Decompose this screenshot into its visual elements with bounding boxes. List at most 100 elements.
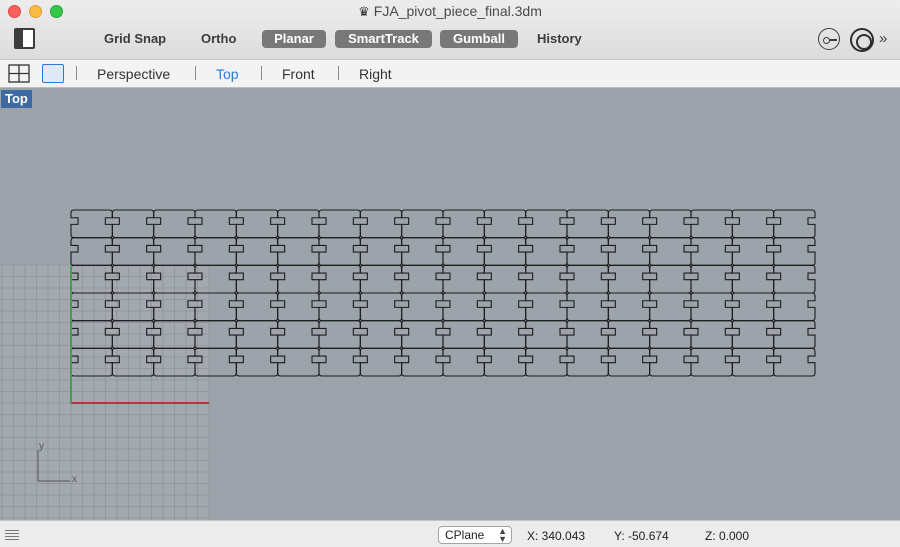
pivot-piece[interactable] (607, 292, 651, 322)
pivot-piece[interactable] (649, 264, 692, 294)
pivot-piece[interactable] (359, 237, 403, 266)
pivot-piece[interactable] (607, 237, 651, 266)
pivot-piece[interactable] (401, 264, 444, 294)
pivot-piece[interactable] (442, 209, 485, 239)
four-viewports-icon[interactable] (8, 64, 30, 83)
pivot-piece[interactable] (731, 237, 775, 266)
pivot-piece[interactable] (277, 264, 320, 294)
pivot-piece[interactable] (318, 264, 361, 294)
pivot-piece[interactable] (773, 237, 816, 266)
tab-top[interactable]: Top (216, 66, 239, 82)
pivot-piece[interactable] (566, 209, 609, 239)
pivot-piece[interactable] (607, 209, 651, 239)
pivot-piece[interactable] (442, 320, 485, 349)
pivot-piece[interactable] (690, 292, 733, 322)
pivot-piece[interactable] (773, 209, 816, 239)
pivot-piece[interactable] (235, 320, 279, 349)
smarttrack-button[interactable]: SmartTrack (335, 30, 432, 48)
pivot-piece[interactable] (483, 292, 527, 322)
pivot-piece[interactable] (649, 320, 692, 349)
history-button[interactable]: History (527, 30, 592, 48)
pivot-piece[interactable] (442, 237, 485, 266)
planar-button[interactable]: Planar (262, 30, 326, 48)
pivot-piece[interactable] (277, 209, 320, 239)
sidebar-toggle-button[interactable] (14, 28, 35, 49)
pivot-piece[interactable] (690, 320, 733, 349)
pivot-piece[interactable] (235, 347, 279, 377)
pivot-piece[interactable] (401, 347, 444, 377)
top-viewport[interactable]: x y Top (0, 88, 900, 520)
pivot-piece[interactable] (690, 264, 733, 294)
pivot-piece[interactable] (277, 237, 320, 266)
pivot-piece[interactable] (277, 347, 320, 377)
pivot-piece[interactable] (359, 264, 403, 294)
pivot-piece[interactable] (525, 292, 568, 322)
pivot-piece[interactable] (194, 209, 237, 239)
pivot-piece[interactable] (525, 209, 568, 239)
cplane-select[interactable]: CPlane ▲ ▼ (438, 526, 512, 544)
pivot-piece[interactable] (401, 320, 444, 349)
pivot-piece[interactable] (401, 237, 444, 266)
tab-perspective[interactable]: Perspective (97, 66, 170, 82)
pivot-piece[interactable] (525, 347, 568, 377)
pivot-piece[interactable] (70, 209, 113, 239)
pivot-piece[interactable] (401, 209, 444, 239)
pivot-piece[interactable] (731, 292, 775, 322)
pivot-piece[interactable] (442, 347, 485, 377)
pivot-piece[interactable] (235, 209, 279, 239)
pivot-piece[interactable] (153, 237, 196, 266)
pivot-piece[interactable] (111, 209, 155, 239)
pivot-piece[interactable] (359, 292, 403, 322)
pivot-piece[interactable] (731, 320, 775, 349)
pivot-piece[interactable] (318, 320, 361, 349)
pivot-piece[interactable] (318, 209, 361, 239)
pivot-piece[interactable] (483, 320, 527, 349)
pivot-piece[interactable] (773, 292, 816, 322)
pivot-piece[interactable] (566, 347, 609, 377)
pivot-piece[interactable] (483, 237, 527, 266)
pivot-piece[interactable] (318, 237, 361, 266)
ortho-button[interactable]: Ortho (191, 30, 246, 48)
pivot-piece[interactable] (690, 237, 733, 266)
gumball-button[interactable]: Gumball (440, 30, 518, 48)
pivot-piece[interactable] (525, 320, 568, 349)
pivot-piece[interactable] (483, 209, 527, 239)
pivot-piece[interactable] (235, 264, 279, 294)
pivot-piece[interactable] (773, 347, 816, 377)
pivot-piece[interactable] (649, 237, 692, 266)
pivot-piece[interactable] (649, 209, 692, 239)
pivot-piece[interactable] (731, 347, 775, 377)
pivot-piece[interactable] (359, 209, 403, 239)
pivot-piece[interactable] (153, 209, 196, 239)
tab-right[interactable]: Right (359, 66, 392, 82)
pivot-piece[interactable] (607, 320, 651, 349)
pivot-piece[interactable] (649, 347, 692, 377)
pivot-piece[interactable] (773, 320, 816, 349)
pivot-piece[interactable] (401, 292, 444, 322)
pivot-piece[interactable] (566, 292, 609, 322)
tab-front[interactable]: Front (282, 66, 315, 82)
viewport-title-label[interactable]: Top (1, 90, 32, 108)
single-viewport-icon[interactable] (42, 64, 64, 83)
pivot-piece[interactable] (525, 237, 568, 266)
pivot-piece[interactable] (690, 347, 733, 377)
pivot-piece[interactable] (649, 292, 692, 322)
pivot-piece[interactable] (70, 237, 113, 266)
more-chevron-icon[interactable]: » (879, 30, 887, 47)
pivot-piece[interactable] (318, 292, 361, 322)
viewport-canvas[interactable]: x y (0, 88, 900, 520)
pivot-piece[interactable] (359, 347, 403, 377)
pivot-piece[interactable] (359, 320, 403, 349)
pivot-piece[interactable] (277, 292, 320, 322)
osnap-icon[interactable] (818, 28, 840, 50)
pivot-piece[interactable] (607, 264, 651, 294)
pivot-piece[interactable] (483, 347, 527, 377)
pivot-piece[interactable] (566, 320, 609, 349)
pivot-piece[interactable] (607, 347, 651, 377)
pivot-piece[interactable] (773, 264, 816, 294)
hamburger-menu-icon[interactable] (5, 530, 19, 540)
pivot-piece[interactable] (566, 237, 609, 266)
pivot-piece[interactable] (442, 292, 485, 322)
pivot-piece[interactable] (483, 264, 527, 294)
pivot-piece[interactable] (731, 264, 775, 294)
